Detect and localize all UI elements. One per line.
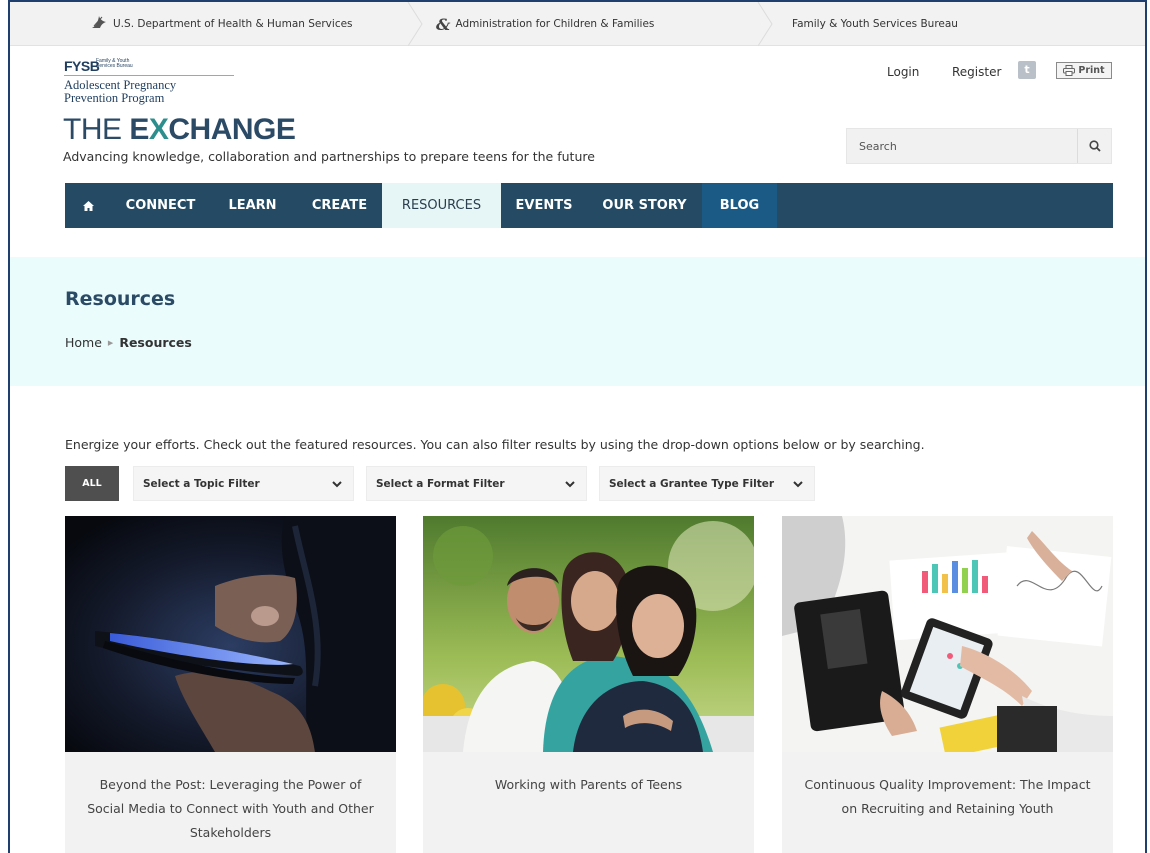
- site-title-rest: CHANGE: [168, 113, 296, 146]
- chevron-down-icon: [332, 481, 342, 488]
- breadcrumb: Home ▶ Resources: [65, 335, 192, 350]
- nav-our-story[interactable]: OUR STORY: [587, 183, 702, 228]
- hhs-link[interactable]: U.S. Department of Health & Human Servic…: [90, 2, 353, 46]
- printer-icon: [1063, 65, 1076, 76]
- intro-text: Energize your efforts. Check out the fea…: [65, 437, 925, 452]
- acf-label: Administration for Children & Families: [455, 18, 655, 30]
- home-icon: [83, 200, 94, 211]
- card-title: Continuous Quality Improvement: The Impa…: [804, 777, 1091, 816]
- fysb-mark-sub: Family & Youth Services Bureau: [96, 58, 133, 69]
- nav-events[interactable]: EVENTS: [501, 183, 587, 228]
- search-icon: [1088, 140, 1101, 152]
- register-link[interactable]: Register: [952, 65, 1001, 79]
- resource-card-social-media[interactable]: Beyond the Post: Leveraging the Power of…: [65, 516, 396, 853]
- search-input[interactable]: [847, 129, 1077, 163]
- grantee-filter-label: Select a Grantee Type Filter: [609, 477, 775, 490]
- window-frame-right: [1145, 0, 1147, 853]
- nav-home[interactable]: [65, 183, 112, 228]
- program-name: Adolescent Pregnancy Prevention Program: [64, 79, 176, 105]
- program-line-2: Prevention Program: [64, 91, 165, 105]
- card-title: Beyond the Post: Leveraging the Power of…: [87, 777, 374, 840]
- resource-card-cqi[interactable]: Continuous Quality Improvement: The Impa…: [782, 516, 1113, 853]
- chevron-down-icon: [565, 481, 575, 488]
- hhs-eagle-icon: [90, 13, 108, 35]
- topic-filter-label: Select a Topic Filter: [143, 477, 260, 490]
- login-link[interactable]: Login: [887, 65, 919, 79]
- resource-card-parents[interactable]: Working with Parents of Teens: [423, 516, 754, 853]
- window-frame-left: [8, 0, 10, 853]
- format-filter-label: Select a Format Filter: [376, 477, 505, 490]
- site-title[interactable]: THE EXCHANGE: [63, 113, 296, 146]
- main-nav: CONNECT LEARN CREATE RESOURCES EVENTS OU…: [65, 183, 1113, 228]
- hhs-label: U.S. Department of Health & Human Servic…: [113, 18, 353, 30]
- fysb-logo[interactable]: FYSB Family & Youth Services Bureau: [64, 58, 234, 76]
- search-box: [846, 128, 1112, 164]
- filter-all-button[interactable]: ALL: [65, 466, 119, 501]
- nav-create[interactable]: CREATE: [296, 183, 383, 228]
- fysb-agency-link[interactable]: Family & Youth Services Bureau: [792, 2, 958, 46]
- agency-separator-icon: [407, 2, 423, 46]
- grantee-filter-select[interactable]: Select a Grantee Type Filter: [599, 466, 815, 501]
- twitter-icon[interactable]: t: [1018, 61, 1036, 79]
- nav-resources[interactable]: RESOURCES: [382, 183, 501, 228]
- site-title-the: THE: [63, 113, 130, 146]
- site-title-x: X: [148, 113, 169, 146]
- site-title-e: E: [129, 113, 149, 146]
- acf-logo-icon: &: [436, 14, 451, 34]
- desk-meeting-photo: [782, 516, 1113, 752]
- topic-filter-select[interactable]: Select a Topic Filter: [133, 466, 354, 501]
- site-tagline: Advancing knowledge, collaboration and p…: [63, 149, 595, 164]
- nav-blog[interactable]: BLOG: [702, 183, 777, 228]
- breadcrumb-home[interactable]: Home: [65, 335, 102, 350]
- breadcrumb-separator-icon: ▶: [107, 338, 114, 347]
- nav-connect[interactable]: CONNECT: [112, 183, 209, 228]
- page-header-band: [10, 257, 1145, 386]
- acf-link[interactable]: & Administration for Children & Families: [436, 2, 654, 46]
- logo-divider: [64, 75, 234, 76]
- card-title: Working with Parents of Teens: [494, 777, 683, 792]
- fysb-mark: FYSB: [64, 58, 100, 74]
- family-portrait-photo: [423, 516, 754, 752]
- search-button[interactable]: [1077, 129, 1111, 163]
- page-title: Resources: [65, 288, 176, 310]
- format-filter-select[interactable]: Select a Format Filter: [366, 466, 587, 501]
- phone-in-hand-photo: [65, 516, 396, 752]
- agency-separator-icon: [757, 2, 773, 46]
- print-button[interactable]: Print: [1056, 62, 1112, 79]
- nav-learn[interactable]: LEARN: [209, 183, 296, 228]
- breadcrumb-current: Resources: [119, 335, 192, 350]
- agency-bar: U.S. Department of Health & Human Servic…: [10, 2, 1145, 46]
- chevron-down-icon: [793, 481, 803, 488]
- print-label: Print: [1078, 65, 1105, 76]
- fysb-agency-label: Family & Youth Services Bureau: [792, 18, 958, 30]
